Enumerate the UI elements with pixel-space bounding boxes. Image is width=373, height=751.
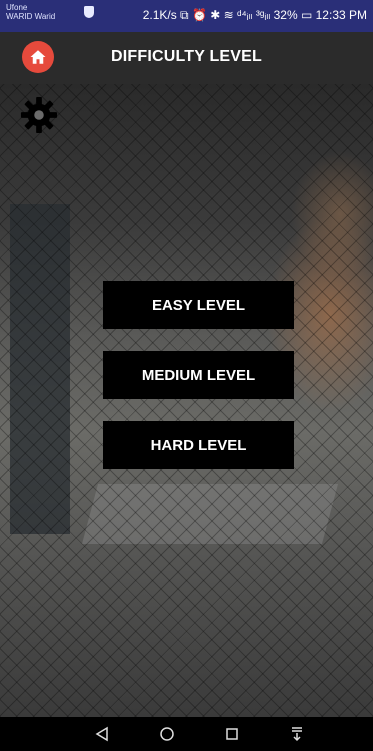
carrier-info: Ufone WARID Warid [6,3,55,21]
medium-level-button[interactable]: MEDIUM LEVEL [103,351,294,399]
notification-pull-icon [292,727,302,742]
nav-notifications-button[interactable] [285,723,309,745]
diamond-pattern-overlay [0,84,373,717]
system-nav-bar [0,717,373,751]
phone-screen: Ufone WARID Warid 2.1K/s ⧉ ⏰ ✱ ≋ ᵈ⁴ᵢₗₗ ³… [0,0,373,751]
status-indicators: 2.1K/s ⧉ ⏰ ✱ ≋ ᵈ⁴ᵢₗₗ ³ᵍᵢₗₗ 32% ▭ 12:33 P… [142,8,367,22]
nav-home-button[interactable] [155,723,179,745]
status-bar: Ufone WARID Warid 2.1K/s ⧉ ⏰ ✱ ≋ ᵈ⁴ᵢₗₗ ³… [0,0,373,32]
settings-button[interactable] [20,96,58,134]
gear-icon [20,96,58,134]
hard-level-button[interactable]: HARD LEVEL [103,421,294,469]
content-area: EASY LEVEL MEDIUM LEVEL HARD LEVEL [0,84,373,717]
recents-square-icon [226,728,238,740]
carrier-name: Ufone [6,3,28,12]
app-header: DIFFICULTY LEVEL [0,32,373,84]
shield-icon [84,6,94,18]
nav-recents-button[interactable] [220,723,244,745]
page-title: DIFFICULTY LEVEL [110,48,263,65]
back-triangle-icon [95,726,108,742]
nav-back-button[interactable] [90,723,114,745]
home-circle-icon [160,727,174,741]
easy-level-button[interactable]: EASY LEVEL [103,281,294,329]
carrier-name-secondary: WARID Warid [6,12,56,21]
